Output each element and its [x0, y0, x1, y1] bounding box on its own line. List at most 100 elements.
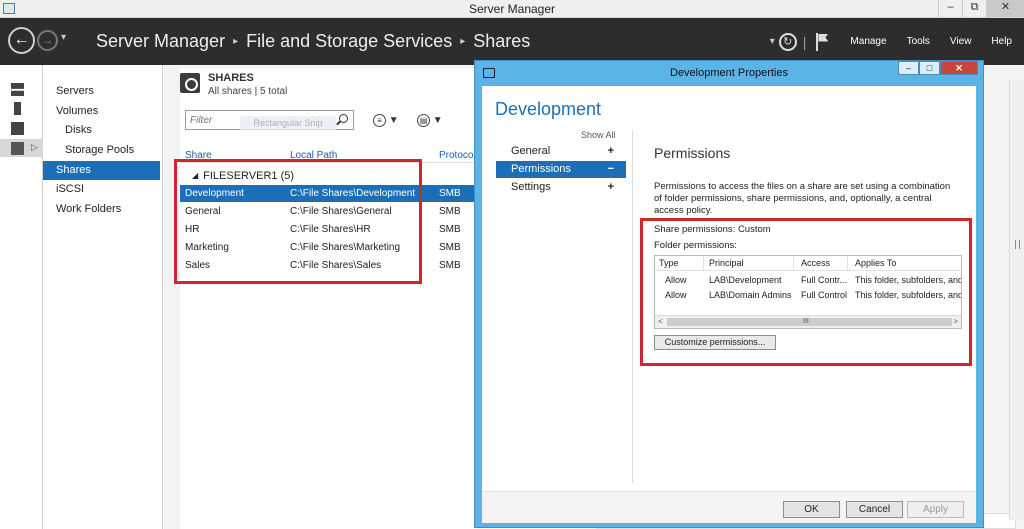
scroll-grip[interactable]: [1015, 240, 1020, 249]
dialog-footer: OK Cancel Apply: [482, 491, 976, 523]
column-header-principal[interactable]: Principal: [709, 256, 797, 271]
cell-principal: LAB\Development: [709, 275, 782, 285]
cell-type: Allow: [665, 290, 687, 300]
menu-help[interactable]: Help: [991, 36, 1012, 47]
menu-view[interactable]: View: [950, 36, 972, 47]
scroll-thumb[interactable]: III: [667, 318, 952, 326]
save-query-icon: ▤: [417, 114, 430, 127]
app-header: ← → ▾ Server Manager ▸ File and Storage Se…: [0, 18, 1024, 65]
show-all-link[interactable]: Show All: [581, 130, 616, 140]
dialog-nav-divider: [632, 130, 633, 483]
dialog-nav-permissions[interactable]: Permissions −: [496, 161, 626, 178]
column-header-access[interactable]: Access: [801, 256, 853, 271]
header-tools: ▾ ↻ | Manage Tools View Help: [770, 18, 1024, 65]
server-group-row[interactable]: ◢ FILESERVER1 (5): [192, 170, 294, 182]
menu-manage[interactable]: Manage: [850, 36, 886, 47]
nav-item-volumes[interactable]: Volumes: [43, 102, 160, 121]
background-scrollbar[interactable]: [1009, 80, 1024, 520]
dialog-nav-general[interactable]: General +: [496, 143, 626, 160]
breadcrumb-separator-icon: ▸: [233, 36, 239, 47]
dropdown-arrow-icon: ▼: [432, 115, 443, 126]
minimize-button[interactable]: –: [938, 0, 962, 17]
nav-item-disks[interactable]: Disks: [43, 121, 160, 140]
dialog-close-button[interactable]: ✕: [940, 61, 978, 75]
column-divider[interactable]: [793, 256, 794, 271]
cell-type: Allow: [665, 275, 687, 285]
nav-item-servers[interactable]: Servers: [43, 82, 160, 101]
permissions-table: Type Principal Access Applies To Allow L…: [654, 255, 962, 329]
cancel-button[interactable]: Cancel: [846, 501, 903, 518]
dialog-heading: Development: [495, 99, 602, 119]
nav-item-storage-pools[interactable]: Storage Pools: [43, 141, 160, 160]
folder-permissions-label: Folder permissions:: [654, 240, 737, 251]
cell-share: Sales: [185, 260, 211, 271]
cell-access: Full Control: [801, 290, 848, 300]
breadcrumb-file-storage[interactable]: File and Storage Services: [246, 31, 452, 51]
permission-row[interactable]: Allow LAB\Development Full Contr... This…: [655, 273, 961, 288]
cell-share: HR: [185, 224, 200, 235]
scroll-left-icon[interactable]: <: [658, 316, 663, 328]
query-options-button[interactable]: ≡ ▼: [373, 114, 399, 128]
column-header-local-path[interactable]: Local Path: [290, 150, 337, 161]
scroll-right-icon[interactable]: >: [953, 316, 958, 328]
dropdown-arrow-icon: ▼: [388, 115, 399, 126]
ok-button[interactable]: OK: [783, 501, 840, 518]
horizontal-scrollbar[interactable]: < III >: [655, 315, 961, 328]
all-servers-icon[interactable]: [11, 122, 24, 135]
list-options-icon: ≡: [373, 114, 386, 127]
column-header-type[interactable]: Type: [659, 256, 703, 271]
cell-local-path: C:\File Shares\Marketing: [290, 242, 401, 253]
column-divider[interactable]: [703, 256, 704, 271]
cell-share: Marketing: [185, 242, 229, 253]
permissions-table-header: Type Principal Access Applies To: [655, 256, 961, 271]
refresh-icon[interactable]: ↻: [778, 32, 797, 51]
restore-button[interactable]: ⧉: [962, 0, 986, 17]
nav-item-work-folders[interactable]: Work Folders: [43, 200, 160, 219]
cell-access: Full Contr...: [801, 275, 848, 285]
refresh-dropdown-icon[interactable]: ▾: [770, 36, 775, 47]
dashboard-icon[interactable]: [11, 83, 24, 96]
scroll-grip: III: [803, 318, 809, 325]
forward-button[interactable]: →: [37, 30, 58, 51]
dialog-nav-settings[interactable]: Settings +: [496, 179, 626, 196]
file-storage-services-icon[interactable]: [11, 142, 24, 155]
column-header-protocol[interactable]: Protocol: [439, 150, 476, 161]
header-divider: |: [802, 33, 807, 50]
close-button[interactable]: ✕: [986, 0, 1024, 17]
cell-protocol: SMB: [439, 242, 461, 253]
history-dropdown-icon[interactable]: ▾: [61, 32, 66, 43]
breadcrumb-separator-icon: ▸: [460, 36, 466, 47]
cell-applies-to: This folder, subfolders, and: [855, 290, 962, 300]
collapse-triangle-icon[interactable]: ◢: [192, 171, 198, 180]
dialog-nav-label: Permissions: [511, 163, 571, 175]
permissions-section-title: Permissions: [654, 145, 731, 161]
expand-arrow-icon[interactable]: ▷: [31, 142, 38, 153]
permission-row[interactable]: Allow LAB\Domain Admins Full Control Thi…: [655, 288, 961, 303]
breadcrumb-server-manager[interactable]: Server Manager: [96, 31, 225, 51]
search-icon[interactable]: [339, 114, 348, 123]
save-query-button[interactable]: ▤ ▼: [417, 114, 443, 128]
dialog-nav-label: Settings: [511, 181, 551, 193]
snip-overlay: Rectangular Snip: [240, 116, 336, 130]
nav-item-iscsi[interactable]: iSCSI: [43, 180, 160, 199]
dialog-body: Development Show All General + Permission…: [482, 86, 976, 523]
column-header-share[interactable]: Share: [185, 150, 212, 161]
collapse-minus-icon: −: [607, 163, 614, 175]
cell-share: Development: [185, 188, 244, 199]
local-server-icon[interactable]: [14, 102, 21, 115]
notifications-flag-icon[interactable]: [816, 32, 830, 51]
cell-share: General: [185, 206, 221, 217]
back-button[interactable]: ←: [8, 27, 35, 54]
customize-permissions-button[interactable]: Customize permissions...: [654, 335, 776, 350]
dialog-maximize-button[interactable]: □: [919, 61, 940, 75]
menu-tools[interactable]: Tools: [907, 36, 930, 47]
column-divider[interactable]: [847, 256, 848, 271]
expand-plus-icon: +: [607, 181, 614, 193]
shares-title: SHARES: [208, 72, 254, 84]
dialog-minimize-button[interactable]: –: [898, 61, 919, 75]
nav-item-shares[interactable]: Shares: [43, 161, 160, 180]
column-header-applies-to[interactable]: Applies To: [855, 256, 961, 271]
cell-protocol: SMB: [439, 206, 461, 217]
apply-button[interactable]: Apply: [907, 501, 964, 518]
breadcrumb-shares[interactable]: Shares: [473, 31, 530, 51]
